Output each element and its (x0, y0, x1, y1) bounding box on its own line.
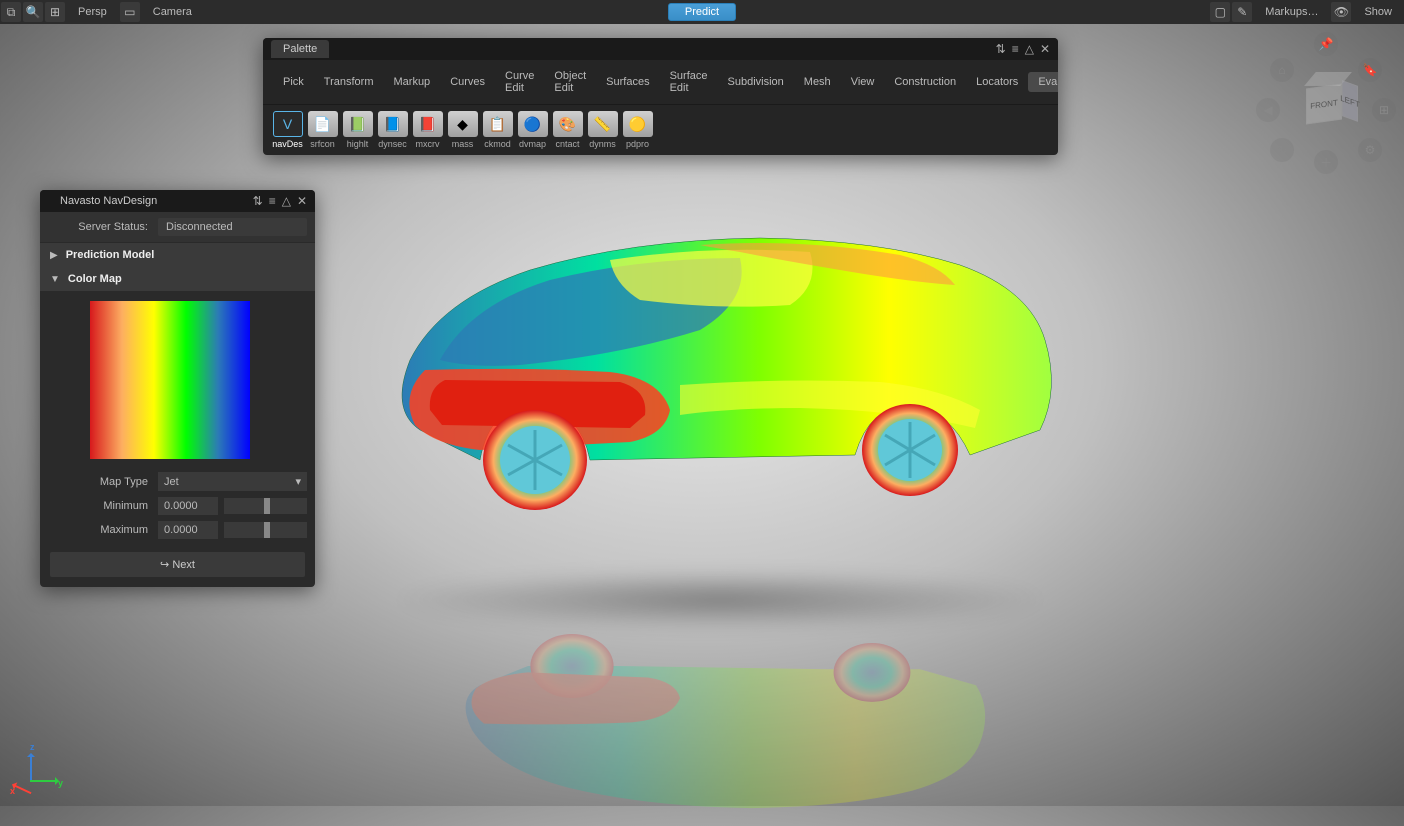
maximum-row: Maximum (40, 518, 315, 542)
pen-icon[interactable]: ✎ (1232, 2, 1252, 22)
chevron-down-icon: ▾ (295, 475, 301, 488)
tab-mesh[interactable]: Mesh (794, 72, 841, 92)
palette-header[interactable]: Palette ⇅ ≡ △ ✕ (263, 38, 1058, 60)
car-shadow (390, 570, 1050, 630)
tab-subdivision[interactable]: Subdivision (718, 72, 794, 92)
navdesign-header[interactable]: Navasto NavDesign ⇅ ≡ △ ✕ (40, 190, 315, 212)
axis-gizmo: z y x (12, 744, 62, 794)
tab-pick[interactable]: Pick (273, 72, 314, 92)
camera-icon[interactable]: ▭ (120, 2, 140, 22)
tool-navdes[interactable]: VnavDes (271, 111, 304, 149)
maximum-label: Maximum (48, 524, 158, 536)
panel-icon[interactable]: ▢ (1210, 2, 1230, 22)
palette-title: Palette (271, 40, 329, 58)
eye-icon[interactable]: 👁 (1331, 2, 1351, 22)
minimum-slider[interactable] (224, 498, 307, 514)
viewcube-add-icon[interactable]: ＋ (1314, 150, 1338, 174)
tool-cntact[interactable]: 🎨cntact (551, 111, 584, 149)
palette-sort-icon[interactable]: ⇅ (996, 42, 1006, 56)
navdesign-collapse-icon[interactable]: △ (282, 194, 291, 208)
colormap-swatch (90, 301, 250, 459)
viewport-persp[interactable]: Persp (66, 6, 119, 18)
tab-markup[interactable]: Markup (384, 72, 441, 92)
palette-panel: Palette ⇅ ≡ △ ✕ Pick Transform Markup Cu… (263, 38, 1058, 155)
viewcube-left-face[interactable]: LEFT (1342, 80, 1358, 122)
palette-tabs: Pick Transform Markup Curves Curve Edit … (263, 60, 1058, 105)
section-prediction-model[interactable]: ▶ Prediction Model (40, 243, 315, 267)
minimum-row: Minimum (40, 494, 315, 518)
maximum-input[interactable] (158, 521, 218, 539)
tool-mxcrv[interactable]: 📕mxcrv (411, 111, 444, 149)
palette-menu-icon[interactable]: ≡ (1012, 42, 1019, 56)
tab-locators[interactable]: Locators (966, 72, 1028, 92)
tool-dynms[interactable]: 📏dynms (586, 111, 619, 149)
server-status-label: Server Status: (48, 221, 158, 233)
navdesign-close-icon[interactable]: ✕ (297, 194, 307, 208)
colormap-preview (40, 291, 315, 469)
palette-tools: VnavDes 📄srfcon 📗highlt 📘dynsec 📕mxcrv ◆… (263, 105, 1058, 155)
next-button[interactable]: Next (50, 552, 305, 577)
viewcube-bookmark-icon[interactable]: 🔖 (1358, 58, 1382, 82)
navdesign-menu-icon[interactable]: ≡ (269, 194, 276, 208)
viewcube-front-face[interactable]: FRONT (1306, 83, 1342, 124)
viewcube-left-arrow-icon[interactable]: ◀ (1256, 98, 1280, 122)
tool-highlt[interactable]: 📗highlt (341, 111, 374, 149)
viewcube-cube[interactable]: FRONT LEFT (1306, 80, 1354, 128)
viewcube[interactable]: 📌 ⌂ 🔖 ◀ ⊞ ↻ ＋ ⚙ FRONT LEFT (1256, 30, 1396, 170)
tab-object-edit[interactable]: Object Edit (544, 66, 596, 98)
tool-mass[interactable]: ◆mass (446, 111, 479, 149)
chevron-right-icon: ▶ (50, 250, 58, 261)
minimum-label: Minimum (48, 500, 158, 512)
map-type-dropdown[interactable]: Jet▾ (158, 472, 307, 491)
tool-srfcon[interactable]: 📄srfcon (306, 111, 339, 149)
minimum-input[interactable] (158, 497, 218, 515)
palette-close-icon[interactable]: ✕ (1040, 42, 1050, 56)
map-type-row: Map Type Jet▾ (40, 469, 315, 494)
tab-transform[interactable]: Transform (314, 72, 384, 92)
car-model (380, 210, 1060, 510)
viewcube-gear-icon[interactable]: ⚙ (1358, 138, 1382, 162)
navdesign-panel: Navasto NavDesign ⇅ ≡ △ ✕ Server Status:… (40, 190, 315, 587)
axis-y-label: y (58, 778, 63, 788)
viewcube-settings-icon[interactable]: ⊞ (1372, 98, 1396, 122)
viewcube-pin-icon[interactable]: 📌 (1314, 32, 1338, 56)
tab-view[interactable]: View (841, 72, 885, 92)
server-status-value: Disconnected (158, 218, 307, 236)
tool-ckmod[interactable]: 📋ckmod (481, 111, 514, 149)
maximum-slider[interactable] (224, 522, 307, 538)
grid-icon[interactable]: ⊞ (45, 2, 65, 22)
new-window-icon[interactable]: ⧉ (1, 2, 21, 22)
tab-curve-edit[interactable]: Curve Edit (495, 66, 544, 98)
axis-z-label: z (30, 742, 35, 752)
chevron-down-icon: ▼ (50, 274, 60, 285)
server-status-row: Server Status: Disconnected (40, 212, 315, 242)
tab-construction[interactable]: Construction (884, 72, 966, 92)
tool-pdpro[interactable]: 🟡pdpro (621, 111, 654, 149)
map-type-label: Map Type (48, 476, 158, 488)
viewcube-home-icon[interactable]: ⌂ (1270, 58, 1294, 82)
topbar-left: ⧉ 🔍 ⊞ Persp ▭ Camera (0, 0, 668, 24)
tool-dvmap[interactable]: 🔵dvmap (516, 111, 549, 149)
navdesign-sort-icon[interactable]: ⇅ (253, 194, 263, 208)
axis-x-label: x (10, 786, 15, 796)
viewport-3d[interactable] (340, 170, 1100, 600)
viewport-camera[interactable]: Camera (141, 6, 204, 18)
topbar-right: ▢ ✎ Markups… 👁 Show (736, 0, 1404, 24)
palette-collapse-icon[interactable]: △ (1025, 42, 1034, 56)
predict-button[interactable]: Predict (668, 3, 736, 21)
markups-button[interactable]: Markups… (1253, 6, 1330, 18)
tab-surface-edit[interactable]: Surface Edit (660, 66, 718, 98)
search-icon[interactable]: 🔍 (23, 2, 43, 22)
tool-dynsec[interactable]: 📘dynsec (376, 111, 409, 149)
viewcube-rotate-icon[interactable]: ↻ (1270, 138, 1294, 162)
navdesign-title: Navasto NavDesign (48, 192, 169, 210)
top-toolbar: ⧉ 🔍 ⊞ Persp ▭ Camera Predict ▢ ✎ Markups… (0, 0, 1404, 24)
car-reflection (380, 634, 1060, 826)
topbar-center: Predict (668, 3, 736, 21)
tab-evaluate[interactable]: Evaluate (1028, 72, 1058, 92)
tab-surfaces[interactable]: Surfaces (596, 72, 659, 92)
tab-curves[interactable]: Curves (440, 72, 495, 92)
show-button[interactable]: Show (1352, 6, 1404, 18)
section-color-map[interactable]: ▼ Color Map (40, 267, 315, 291)
